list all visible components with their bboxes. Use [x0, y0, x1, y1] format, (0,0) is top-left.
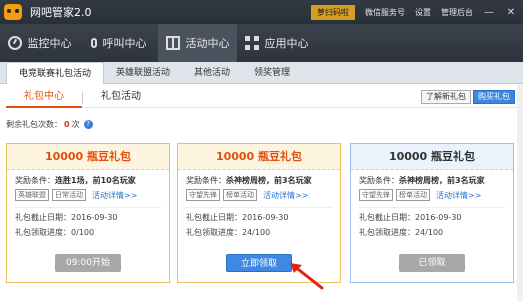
subtab-esports[interactable]: 电竞联赛礼包活动	[6, 62, 105, 84]
gift-title: 10000 瓶豆礼包	[351, 144, 513, 170]
claim-progress: 礼包领取进度：0/100	[15, 228, 95, 237]
condition-label: 奖励条件：	[359, 176, 399, 185]
reward-condition: 奖励条件：杀神榜周榜，前3名玩家	[359, 175, 505, 186]
gift-tabs: 礼包中心 礼包活动 了解新礼包 购买礼包	[6, 88, 517, 108]
gift-icon	[165, 36, 180, 50]
gift-card: 10000 瓶豆礼包 奖励条件：杀神榜周榜，前3名玩家 守望先锋 榜单活动 活动…	[350, 143, 514, 283]
tab-gift-activity[interactable]: 礼包活动	[83, 88, 159, 108]
game-tag: 守望先锋	[186, 189, 220, 201]
subtab-lol[interactable]: 英雄联盟活动	[104, 62, 182, 84]
deadline: 礼包截止日期：2016-09-30	[359, 213, 462, 222]
activity-detail-link[interactable]: 活动详情>>	[263, 190, 308, 201]
claim-progress: 礼包领取进度：24/100	[186, 228, 271, 237]
gift-card: 10000 瓶豆礼包 奖励条件：连胜1场，前10名玩家 英雄联盟 日常活动 活动…	[6, 143, 170, 283]
gift-title: 10000 瓶豆礼包	[7, 144, 169, 170]
condition-label: 奖励条件：	[15, 176, 55, 185]
condition-value: 连胜1场，前10名玩家	[55, 176, 136, 185]
condition-value: 杀神榜周榜，前3名玩家	[226, 176, 312, 185]
remaining-number: 0	[64, 120, 70, 129]
nav-call[interactable]: 呼叫中心	[79, 24, 158, 62]
card-divider	[359, 207, 505, 208]
scrollbar[interactable]	[517, 84, 523, 301]
game-tag: 守望先锋	[359, 189, 393, 201]
remaining-count: 剩余礼包次数： 0 次 ?	[6, 119, 93, 130]
subtab-bar: 电竞联赛礼包活动 英雄联盟活动 其他活动 领奖管理	[0, 62, 523, 84]
reward-condition: 奖励条件：连胜1场，前10名玩家	[15, 175, 161, 186]
type-tag: 榜单活动	[223, 189, 257, 201]
game-tag: 英雄联盟	[15, 189, 49, 201]
subtab-other[interactable]: 其他活动	[182, 62, 242, 84]
main-nav: 监控中心 呼叫中心 活动中心 应用中心	[0, 24, 523, 62]
learn-gift-button[interactable]: 了解新礼包	[421, 90, 471, 104]
claim-now-button[interactable]: 立即领取	[226, 254, 292, 272]
claimed-button: 已领取	[399, 254, 465, 272]
minimize-icon[interactable]: —	[483, 7, 495, 18]
gift-title: 10000 瓶豆礼包	[178, 144, 340, 170]
nav-label: 应用中心	[264, 37, 309, 50]
start-time-button: 09:00开始	[55, 254, 121, 272]
nav-activity[interactable]: 活动中心	[158, 24, 237, 62]
help-icon[interactable]: ?	[83, 120, 93, 129]
admin-link[interactable]: 管理后台	[441, 7, 473, 18]
nav-monitor[interactable]: 监控中心	[0, 24, 79, 62]
tag-row: 守望先锋 榜单活动 活动详情>>	[186, 189, 332, 201]
tag-row: 英雄联盟 日常活动 活动详情>>	[15, 189, 161, 201]
reward-condition: 奖励条件：杀神榜周榜，前3名玩家	[186, 175, 332, 186]
app-title: 网吧管家2.0	[30, 6, 92, 19]
type-tag: 榜单活动	[396, 189, 430, 201]
card-divider	[186, 207, 332, 208]
deadline: 礼包截止日期：2016-09-30	[15, 213, 118, 222]
remaining-unit: 次	[71, 120, 80, 129]
condition-value: 杀神榜周榜，前3名玩家	[399, 176, 485, 185]
monitor-icon	[7, 36, 22, 50]
nav-label: 活动中心	[185, 37, 230, 50]
deadline: 礼包截止日期：2016-09-30	[186, 213, 289, 222]
microphone-icon	[90, 38, 97, 48]
activity-detail-link[interactable]: 活动详情>>	[92, 190, 137, 201]
titlebar-actions: 萝扫码啦 微信服务号 设置 管理后台 — ✕	[311, 0, 523, 24]
remaining-label: 剩余礼包次数：	[6, 120, 62, 129]
card-divider	[15, 207, 161, 208]
buy-gift-button[interactable]: 购买礼包	[473, 90, 515, 104]
nav-label: 呼叫中心	[102, 37, 147, 50]
type-tag: 日常活动	[52, 189, 86, 201]
nav-apps[interactable]: 应用中心	[237, 24, 316, 62]
tag-row: 守望先锋 榜单活动 活动详情>>	[359, 189, 505, 201]
claim-progress: 礼包领取进度：24/100	[359, 228, 444, 237]
pointer-arrow-icon	[290, 263, 324, 290]
promo-button[interactable]: 萝扫码啦	[311, 4, 355, 20]
title-bar: 网吧管家2.0 萝扫码啦 微信服务号 设置 管理后台 — ✕	[0, 0, 523, 24]
grid-icon	[244, 36, 259, 50]
settings-link[interactable]: 设置	[415, 7, 431, 18]
subtab-rewards[interactable]: 领奖管理	[242, 62, 302, 84]
activity-detail-link[interactable]: 活动详情>>	[436, 190, 481, 201]
wechat-link[interactable]: 微信服务号	[365, 7, 405, 18]
tab-gift-center[interactable]: 礼包中心	[6, 88, 82, 108]
app-logo-icon	[4, 4, 22, 20]
close-icon[interactable]: ✕	[505, 7, 517, 18]
condition-label: 奖励条件：	[186, 176, 226, 185]
nav-label: 监控中心	[27, 37, 72, 50]
